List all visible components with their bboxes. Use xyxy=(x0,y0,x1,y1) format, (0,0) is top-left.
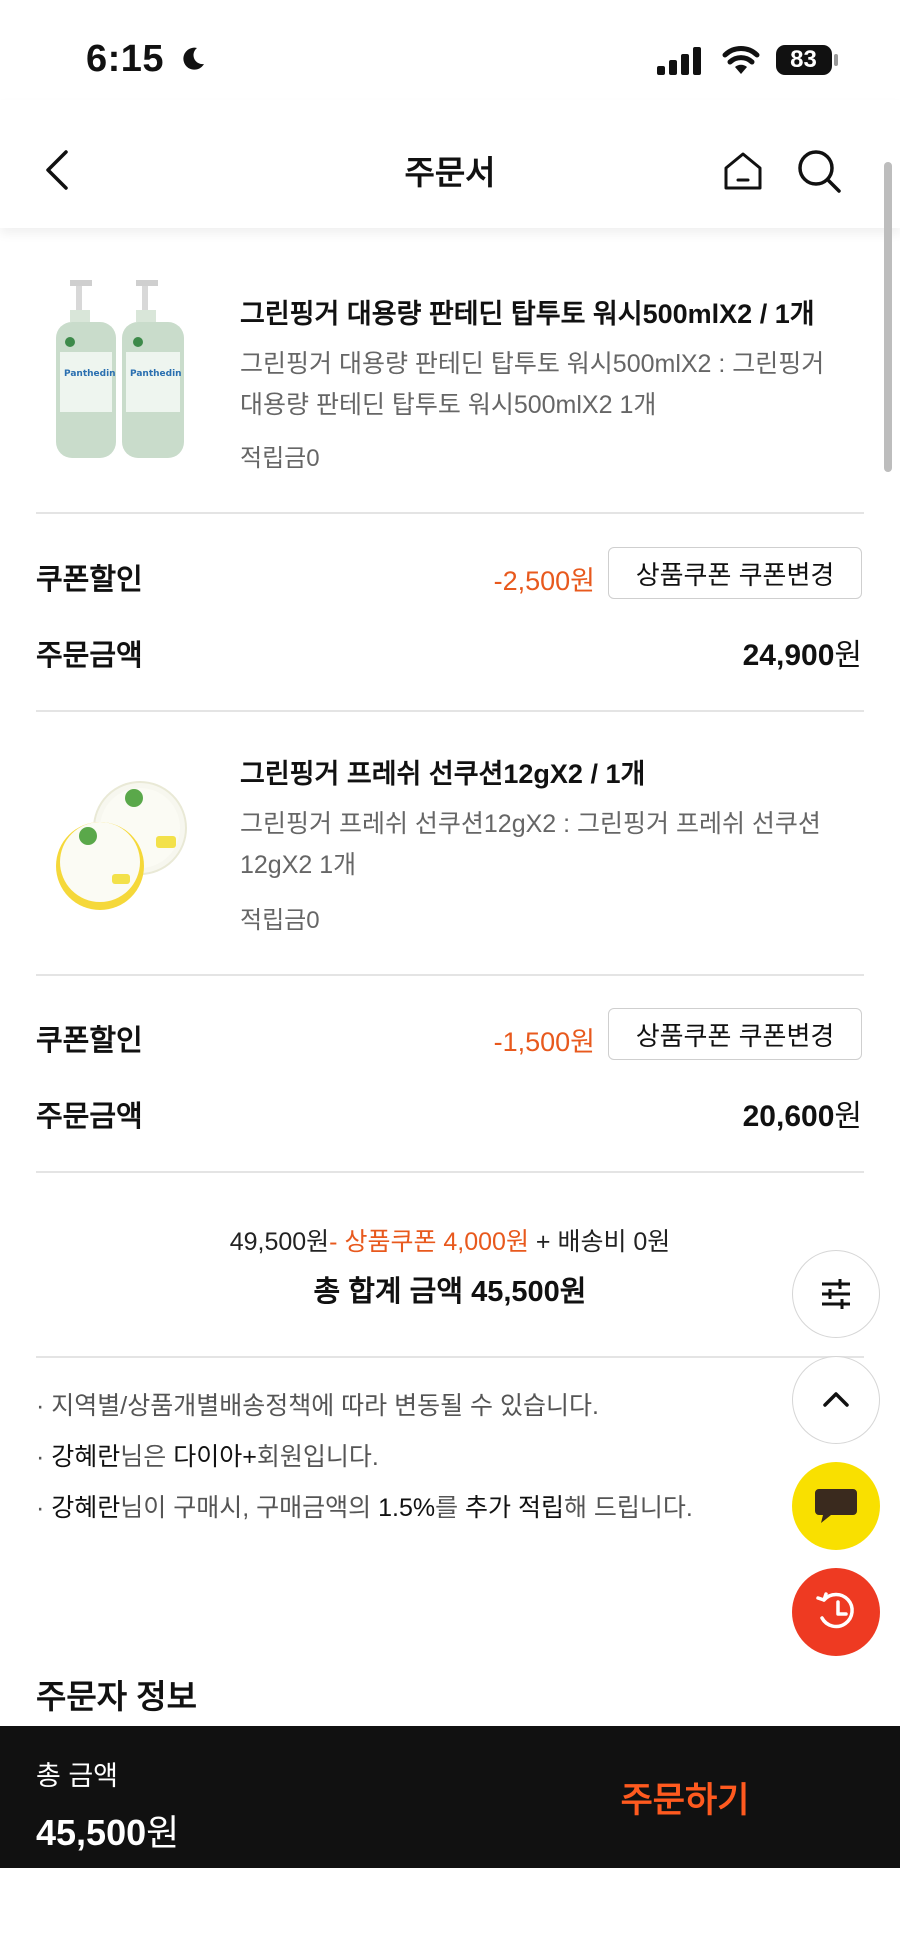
product-option-line: 12gX2 1개 xyxy=(240,851,357,879)
note-shipping-policy: · 지역별/상품개별배송정책에 따라 변동될 수 있습니다. xyxy=(36,1392,599,1420)
chat-button[interactable] xyxy=(792,1462,880,1550)
coupon-total: - 상품쿠폰 4,000원 xyxy=(329,1228,529,1256)
note-bullet: · xyxy=(36,1443,52,1471)
product-title[interactable]: 그린핑거 대용량 판테딘 탑투토 워시500mlX2 / 1개 xyxy=(240,292,815,331)
divider xyxy=(36,974,864,976)
svg-text:Panthedin: Panthedin xyxy=(64,369,116,379)
note-text: 회원입니다. xyxy=(256,1443,379,1471)
chevron-up-icon xyxy=(823,1392,849,1407)
coupon-discount-value: -1,500원 xyxy=(493,1027,595,1057)
scroll-to-top-button[interactable] xyxy=(792,1356,880,1444)
shipping-fee: + 배송비 0원 xyxy=(528,1228,671,1256)
member-grade: 다이아+ xyxy=(173,1443,257,1471)
product-title[interactable]: 그린핑거 프레쉬 선쿠션12gX2 / 1개 xyxy=(240,752,645,791)
divider xyxy=(36,710,864,712)
page-title: 주문서 xyxy=(404,154,496,191)
battery-indicator: 83 xyxy=(775,44,839,76)
order-amount-unit: 원 xyxy=(834,639,862,672)
note-reward: · 강혜란님이 구매시, 구매금액의 1.5%를 추가 적립해 드립니다. xyxy=(36,1488,693,1524)
order-amount-value: 24,900원 xyxy=(743,630,862,674)
divider xyxy=(36,512,864,514)
svg-text:Panthedin: Panthedin xyxy=(130,369,182,379)
order-amount-number: 24,900 xyxy=(742,639,835,672)
home-icon[interactable] xyxy=(722,150,764,192)
total-amount-number: 45,500 xyxy=(36,1812,147,1853)
product-image-sun-cushion[interactable] xyxy=(52,738,192,938)
product-option-line: 그린핑거 대용량 판테딘 탑투토 워시500mlX2 : 그린핑거 xyxy=(240,350,825,378)
subtotal: 49,500원 xyxy=(229,1228,330,1256)
price-breakdown: 49,500원- 상품쿠폰 4,000원 + 배송비 0원 xyxy=(0,1222,900,1258)
search-icon[interactable] xyxy=(796,148,842,194)
order-amount-value: 20,600원 xyxy=(743,1091,862,1135)
cellular-signal-icon xyxy=(657,47,701,75)
order-amount-number: 20,600 xyxy=(742,1100,835,1133)
order-amount-label: 주문금액 xyxy=(36,640,143,672)
scrollbar[interactable] xyxy=(884,162,892,472)
note-text: 님은 xyxy=(120,1443,174,1471)
chat-bubble-icon xyxy=(815,1489,857,1523)
note-membership: · 강혜란님은 다이아+회원입니다. xyxy=(36,1437,379,1473)
note-bullet: · xyxy=(36,1494,52,1522)
status-time: 6:15 xyxy=(86,38,165,80)
wifi-icon xyxy=(722,46,760,74)
orderer-info-title: 주문자 정보 xyxy=(36,1678,197,1715)
change-coupon-button[interactable]: 상품쿠폰 쿠폰변경 xyxy=(608,1008,862,1060)
place-order-button[interactable]: 주문하기 xyxy=(480,1752,890,1842)
product-option: 그린핑거 대용량 판테딘 탑투토 워시500mlX2 : 그린핑거 대용량 판테… xyxy=(240,344,855,426)
divider xyxy=(36,1171,864,1173)
divider xyxy=(36,1356,864,1358)
order-amount-unit: 원 xyxy=(834,1100,862,1133)
coupon-discount-value: -2,500원 xyxy=(493,566,595,596)
product-points: 적립금0 xyxy=(240,445,320,472)
battery-level: 83 xyxy=(790,46,817,73)
total-amount-value: 45,500원 xyxy=(36,1804,179,1856)
reward-type: 추가 적립 xyxy=(465,1494,564,1522)
total-amount-unit: 원 xyxy=(146,1812,180,1853)
grand-total-value: 45,500원 xyxy=(471,1276,587,1308)
note-text: 를 xyxy=(435,1494,466,1522)
note-text: 해 드립니다. xyxy=(563,1494,693,1522)
change-coupon-button[interactable]: 상품쿠폰 쿠폰변경 xyxy=(608,547,862,599)
reward-rate: 1.5% xyxy=(378,1494,436,1522)
coupon-discount-label: 쿠폰할인 xyxy=(36,1025,143,1057)
history-clock-icon xyxy=(816,1592,854,1629)
grand-total: 총 합계 금액 45,500원 xyxy=(0,1268,900,1310)
total-amount-label: 총 금액 xyxy=(36,1761,119,1791)
product-option: 그린핑거 프레쉬 선쿠션12gX2 : 그린핑거 프레쉬 선쿠션 12gX2 1… xyxy=(240,804,855,886)
coupon-discount-label: 쿠폰할인 xyxy=(36,564,143,596)
member-name: 강혜란 xyxy=(51,1494,121,1522)
product-option-line: 그린핑거 프레쉬 선쿠션12gX2 : 그린핑거 프레쉬 선쿠션 xyxy=(240,810,821,838)
moon-icon xyxy=(183,47,204,70)
recent-history-button[interactable] xyxy=(792,1568,880,1656)
member-name: 강혜란 xyxy=(51,1443,121,1471)
filter-button[interactable] xyxy=(792,1250,880,1338)
sliders-icon xyxy=(822,1279,850,1309)
product-option-line: 대용량 판테딘 탑투토 워시500mlX2 1개 xyxy=(240,391,657,419)
order-amount-label: 주문금액 xyxy=(36,1101,143,1133)
product-image-wash[interactable]: Panthedin Panthedin xyxy=(52,272,192,472)
note-text: 님이 구매시, 구매금액의 xyxy=(120,1494,379,1522)
product-points: 적립금0 xyxy=(240,907,320,934)
grand-total-label: 총 합계 금액 xyxy=(313,1276,464,1308)
